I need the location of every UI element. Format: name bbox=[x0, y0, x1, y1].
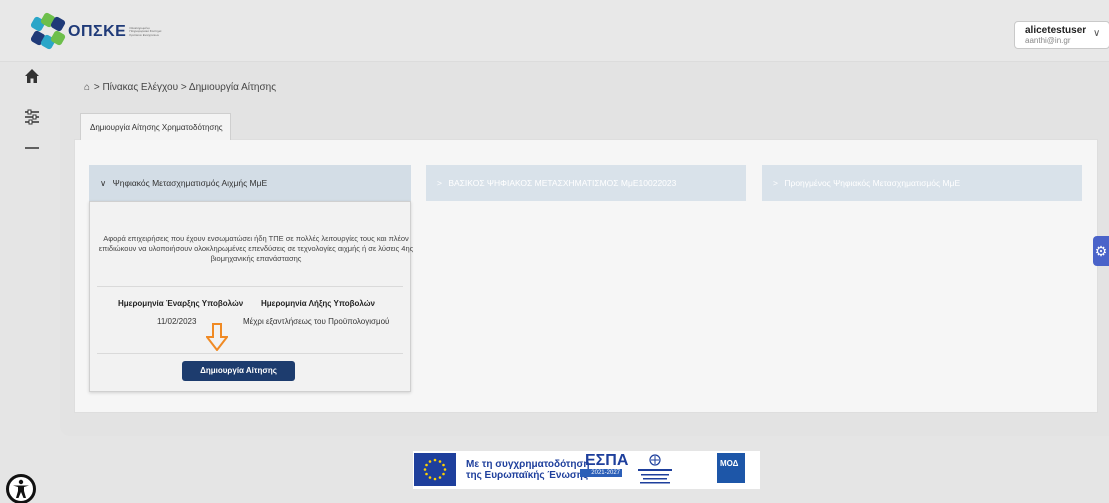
accordion-advanced-digital-transformation[interactable]: > Προηγμένος Ψηφιακός Μετασχηματισμός Μμ… bbox=[762, 165, 1082, 201]
accordion-label: Ψηφιακός Μετασχηματισμός Αιχμής ΜμΕ bbox=[112, 178, 268, 188]
end-date-label: Ημερομηνία Λήξης Υποβολών bbox=[261, 299, 375, 308]
opske-logo[interactable]: ΟΠΣΚΕ Ολοκληρωμένο Πληροφοριακό Σύστημα … bbox=[29, 11, 167, 51]
tab-create-funding-application[interactable]: Δημιουργία Αίτησης Χρηματοδότησης bbox=[80, 113, 231, 140]
espa-years: 2021-2027 bbox=[591, 470, 620, 476]
chevron-right-icon: > bbox=[437, 178, 442, 188]
breadcrumb-path[interactable]: > Πίνακας Ελέγχου > Δημιουργία Αίτησης bbox=[94, 82, 276, 93]
accordion-label: ΒΑΣΙΚΟΣ ΨΗΦΙΑΚΟΣ ΜΕΤΑΣΧΗΜΑΤΙΣΜΟΣ ΜμΕ1002… bbox=[448, 178, 677, 188]
sliders-icon[interactable] bbox=[24, 109, 42, 127]
espa-years-bar: 2021-2027 bbox=[580, 469, 622, 477]
home-icon[interactable] bbox=[24, 68, 42, 86]
eu-flag-icon bbox=[414, 453, 456, 486]
breadcrumb: ⌂ > Πίνακας Ελέγχου > Δημιουργία Αίτησης bbox=[84, 82, 276, 93]
arrow-down-icon bbox=[204, 323, 230, 352]
accordion-digital-transformation-advanced[interactable]: ∨ Ψηφιακός Μετασχηματισμός Αιχμής ΜμΕ bbox=[89, 165, 411, 201]
eu-cofunding-text: Με τη συγχρηματοδότηση της Ευρωπαϊκής Έν… bbox=[466, 459, 589, 481]
create-application-button[interactable]: Δημιουργία Αίτησης bbox=[182, 361, 295, 381]
eu-text-line-1: Με τη συγχρηματοδότηση bbox=[466, 459, 590, 470]
divider bbox=[97, 286, 403, 287]
moda-logo: ΜΟΔ bbox=[717, 453, 745, 483]
chevron-down-icon: ∨ bbox=[100, 178, 107, 188]
accessibility-icon[interactable] bbox=[6, 474, 36, 503]
user-email: aanthi@in.gr bbox=[1025, 36, 1071, 45]
logo-subtitle: Ολοκληρωμένο Πληροφοριακό Σύστημα Κρατικ… bbox=[129, 25, 162, 37]
chevron-down-icon: ∨ bbox=[1093, 28, 1101, 39]
user-menu[interactable]: alicetestuser aanthi@in.gr ∨ bbox=[1014, 21, 1109, 49]
user-name: alicetestuser bbox=[1025, 25, 1087, 36]
breadcrumb-home-icon[interactable]: ⌂ bbox=[84, 82, 90, 93]
chevron-right-icon: > bbox=[773, 178, 778, 188]
eu-text-line-2: της Ευρωπαϊκής Ένωσης bbox=[466, 470, 589, 481]
program-description: Αφορά επιχειρήσεις που έχουν ενσωματώσει… bbox=[98, 234, 414, 263]
gear-icon[interactable]: ⚙ bbox=[1093, 236, 1109, 266]
start-date-label: Ημερομηνία Έναρξης Υποβολών bbox=[118, 299, 244, 308]
accordion-label: Προηγμένος Ψηφιακός Μετασχηματισμός ΜμΕ bbox=[784, 178, 961, 188]
end-date-value: Μέχρι εξαντλήσεως του Προϋπολογισμού bbox=[243, 317, 390, 326]
start-date-value: 11/02/2023 bbox=[157, 317, 197, 326]
accordion-basic-digital-transformation[interactable]: > ΒΑΣΙΚΟΣ ΨΗΦΙΑΚΟΣ ΜΕΤΑΣΧΗΜΑΤΙΣΜΟΣ ΜμΕ10… bbox=[426, 165, 746, 201]
divider bbox=[97, 353, 403, 354]
espa-logo-text: ΕΣΠΑ bbox=[585, 452, 629, 469]
greek-government-logo bbox=[632, 452, 678, 486]
logo-text: ΟΠΣΚΕ bbox=[68, 23, 127, 40]
logo-mark bbox=[29, 11, 67, 51]
minus-icon[interactable] bbox=[24, 140, 42, 158]
